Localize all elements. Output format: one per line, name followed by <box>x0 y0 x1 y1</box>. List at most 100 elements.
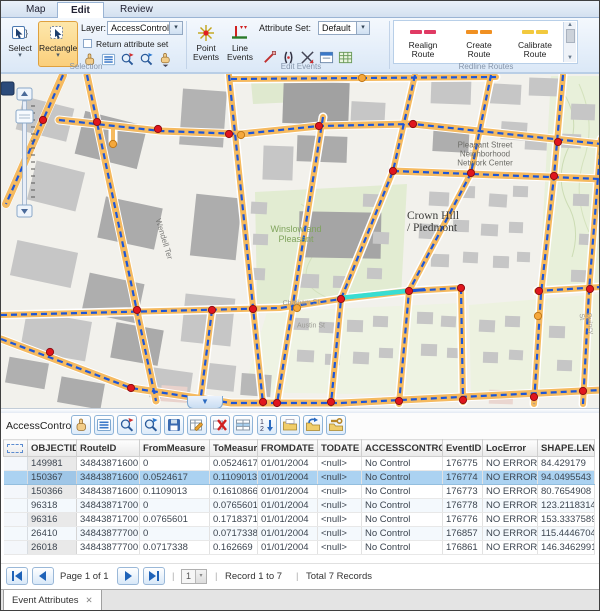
cell-tomeasure[interactable]: 0.0717338 <box>210 527 258 541</box>
cell-todate[interactable]: <null> <box>318 457 362 471</box>
share-button[interactable] <box>303 415 323 435</box>
row-selector[interactable] <box>4 541 28 555</box>
table-row[interactable]: 1499813484387160000.052461701/01/2004<nu… <box>4 457 595 471</box>
last-page-button[interactable] <box>143 567 165 585</box>
rectangle-tool-button[interactable]: Rectangle ▾ <box>38 21 78 67</box>
pan-to-selection-icon[interactable] <box>138 52 155 67</box>
cell-eventid[interactable]: 176776 <box>443 513 483 527</box>
selection-table-button[interactable] <box>233 415 253 435</box>
cell-routeid[interactable]: 34843871700 <box>77 499 140 513</box>
layer-combobox[interactable]: AccessControl_A ▾ <box>107 21 183 35</box>
map-viewport[interactable]: Wendell TerWinslow and PleasantPleasant … <box>1 74 600 408</box>
cell-shape-len[interactable]: 153.3337589 <box>538 513 595 527</box>
page-number-dropdown-icon[interactable]: ▾ <box>195 570 206 583</box>
cell-fromdate[interactable]: 01/01/2004 <box>258 527 318 541</box>
select-tool-button[interactable]: } Select ▾ <box>3 21 37 67</box>
table-row[interactable]: 963183484387170000.076560101/01/2004<nul… <box>4 499 595 513</box>
cell-routeid[interactable]: 34843877700 <box>77 541 140 555</box>
point-events-button[interactable]: Point Events <box>189 21 223 67</box>
cell-locerror[interactable]: NO ERROR <box>483 499 538 513</box>
cell-fromdate[interactable]: 01/01/2004 <box>258 471 318 485</box>
table-row[interactable]: 150367348438716000.05246170.110901301/01… <box>4 471 595 485</box>
column-header-routeid[interactable]: RouteID <box>77 440 140 457</box>
cell-todate[interactable]: <null> <box>318 541 362 555</box>
column-header-frommeasure[interactable]: FromMeasure <box>140 440 210 457</box>
cell-accesscontrol[interactable]: No Control <box>362 457 443 471</box>
cell-locerror[interactable]: NO ERROR <box>483 513 538 527</box>
page-number-select[interactable]: 1 ▾ <box>181 569 207 584</box>
cell-frommeasure[interactable]: 0.0524617 <box>140 471 210 485</box>
tab-review[interactable]: Review <box>107 2 166 18</box>
return-attribute-set-checkbox[interactable] <box>83 39 92 48</box>
next-page-button[interactable] <box>117 567 139 585</box>
cell-frommeasure[interactable]: 0 <box>140 527 210 541</box>
row-selector[interactable] <box>4 527 28 541</box>
cell-eventid[interactable]: 176775 <box>443 457 483 471</box>
column-header-objectid[interactable]: OBJECTID <box>28 440 77 457</box>
cell-objectid[interactable]: 26410 <box>28 527 77 541</box>
row-selector[interactable] <box>4 471 28 485</box>
first-page-button[interactable] <box>6 567 28 585</box>
tools-button[interactable] <box>326 415 346 435</box>
row-selector[interactable] <box>4 457 28 471</box>
row-selector[interactable] <box>4 485 28 499</box>
cell-tomeasure[interactable]: 0.1109013 <box>210 471 258 485</box>
column-header-eventid[interactable]: EventID <box>443 440 483 457</box>
cell-tomeasure[interactable]: 0.0524617 <box>210 457 258 471</box>
cell-todate[interactable]: <null> <box>318 513 362 527</box>
column-header-locerror[interactable]: LocError <box>483 440 538 457</box>
cell-fromdate[interactable]: 01/01/2004 <box>258 485 318 499</box>
cell-shape-len[interactable]: 123.2118314 <box>538 499 595 513</box>
cell-objectid[interactable]: 149981 <box>28 457 77 471</box>
edit-attributes-button[interactable] <box>187 415 207 435</box>
cell-routeid[interactable]: 34843871600 <box>77 457 140 471</box>
table-row[interactable]: 264103484387770000.071733801/01/2004<nul… <box>4 527 595 541</box>
cell-tomeasure[interactable]: 0.1610866 <box>210 485 258 499</box>
cell-shape-len[interactable]: 80.7654908 <box>538 485 595 499</box>
column-header-todate[interactable]: TODATE <box>318 440 362 457</box>
attribute-set-dropdown-icon[interactable]: ▾ <box>356 22 369 34</box>
table-row[interactable]: 26018348438777000.07173380.16266901/01/2… <box>4 541 595 555</box>
cell-frommeasure[interactable]: 0 <box>140 499 210 513</box>
cell-locerror[interactable]: NO ERROR <box>483 457 538 471</box>
cell-routeid[interactable]: 34843877700 <box>77 527 140 541</box>
cell-tomeasure[interactable]: 0.1718371 <box>210 513 258 527</box>
cell-tomeasure[interactable]: 0.0765601 <box>210 499 258 513</box>
cell-accesscontrol[interactable]: No Control <box>362 527 443 541</box>
previous-page-button[interactable] <box>32 567 54 585</box>
cell-shape-len[interactable]: 115.4446704 <box>538 527 595 541</box>
cell-eventid[interactable]: 176773 <box>443 485 483 499</box>
cell-todate[interactable]: <null> <box>318 527 362 541</box>
cell-accesscontrol[interactable]: No Control <box>362 513 443 527</box>
close-tab-icon[interactable]: ✕ <box>86 595 93 605</box>
cell-accesscontrol[interactable]: No Control <box>362 471 443 485</box>
cell-fromdate[interactable]: 01/01/2004 <box>258 513 318 527</box>
selection-options-icon[interactable] <box>157 52 174 67</box>
cell-fromdate[interactable]: 01/01/2004 <box>258 541 318 555</box>
cell-eventid[interactable]: 176778 <box>443 499 483 513</box>
select-hand-button[interactable] <box>71 415 91 435</box>
column-header-fromdate[interactable]: FROMDATE <box>258 440 318 457</box>
create-route-button[interactable]: Create Route <box>456 25 502 59</box>
cell-frommeasure[interactable]: 0.0717338 <box>140 541 210 555</box>
cell-shape-len[interactable]: 146.3462991 <box>538 541 595 555</box>
cell-routeid[interactable]: 34843871600 <box>77 485 140 499</box>
cell-fromdate[interactable]: 01/01/2004 <box>258 457 318 471</box>
cell-routeid[interactable]: 34843871700 <box>77 513 140 527</box>
cell-shape-len[interactable]: 84.429179 <box>538 457 595 471</box>
cell-shape-len[interactable]: 94.0495543 <box>538 471 595 485</box>
tab-event-attributes[interactable]: Event Attributes✕ <box>3 590 102 611</box>
layer-dropdown-icon[interactable]: ▾ <box>169 22 182 34</box>
cell-frommeasure[interactable]: 0 <box>140 457 210 471</box>
cell-locerror[interactable]: NO ERROR <box>483 485 538 499</box>
column-header-tomeasure[interactable]: ToMeasure <box>210 440 258 457</box>
column-header-accesscontrol[interactable]: ACCESSCONTROL <box>362 440 443 457</box>
cell-tomeasure[interactable]: 0.162669 <box>210 541 258 555</box>
cell-locerror[interactable]: NO ERROR <box>483 541 538 555</box>
calibrate-route-button[interactable]: Calibrate Route <box>512 25 558 59</box>
cell-routeid[interactable]: 34843871600 <box>77 471 140 485</box>
cell-locerror[interactable]: NO ERROR <box>483 527 538 541</box>
redline-scrollbar[interactable]: ▲▼ <box>563 22 576 62</box>
zoom-slider-handle[interactable] <box>16 110 33 123</box>
export-button[interactable] <box>280 415 300 435</box>
